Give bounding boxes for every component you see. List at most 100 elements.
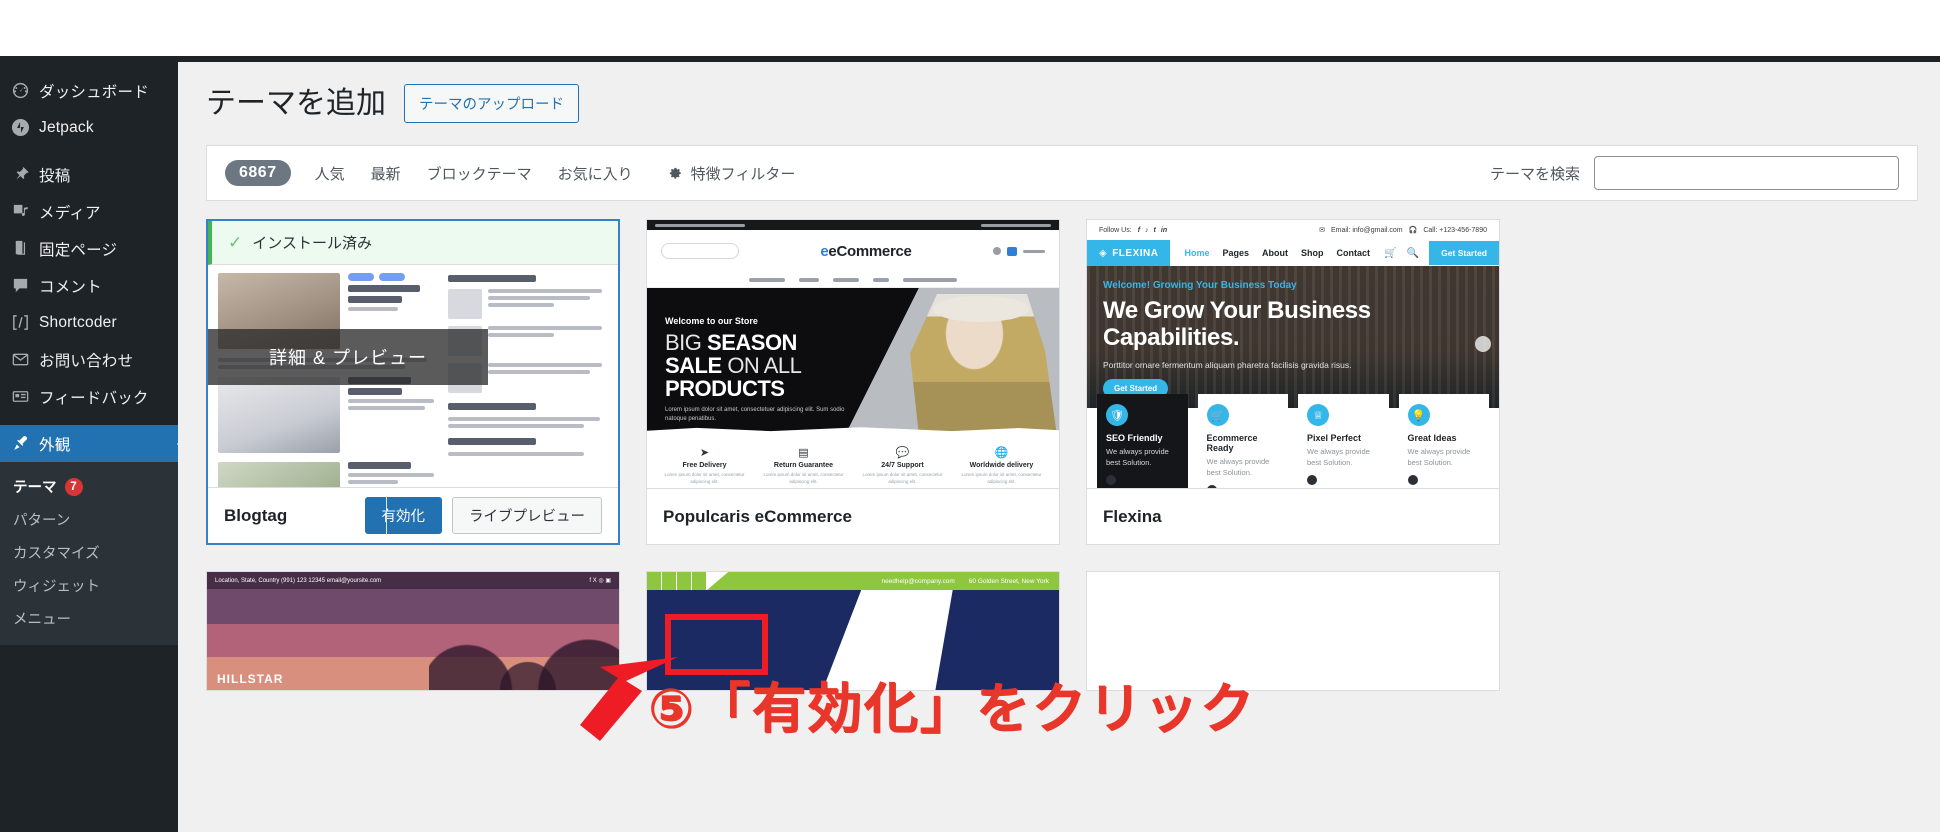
crown-icon: ♕	[1307, 404, 1329, 426]
social-icons: f♪tin	[1138, 227, 1167, 234]
submenu-item-menus[interactable]: メニュー	[0, 602, 178, 635]
gear-icon	[667, 165, 683, 181]
mock-header: eeCommerce	[647, 230, 1059, 272]
sidebar-item-label: お問い合わせ	[39, 349, 133, 371]
sidebar-item-label: 固定ページ	[39, 238, 117, 260]
shield-icon: 🛡	[1106, 404, 1128, 426]
mail-icon	[11, 350, 39, 369]
filter-link-popular[interactable]: 人気	[315, 163, 345, 184]
email-icon: ✉	[1319, 226, 1325, 234]
sidebar-item-comments[interactable]: コメント	[0, 267, 178, 304]
sidebar-item-shortcoder[interactable]: Shortcoder	[0, 304, 178, 341]
feedback-icon	[11, 387, 39, 406]
theme-card-footer-popularis: Populcaris eCommerce	[647, 488, 1059, 544]
submenu-item-label: メニュー	[13, 608, 71, 629]
bulb-icon: 💡	[1408, 404, 1430, 426]
sidebar-item-label: メディア	[39, 201, 101, 223]
globe-icon: 🌐	[958, 446, 1045, 459]
mock-feature-card: 💡 Great Ideas We always provide best Sol…	[1399, 394, 1490, 488]
jetpack-icon	[11, 118, 39, 137]
filter-link-latest[interactable]: 最新	[371, 163, 401, 184]
popularis-preview-mock: eeCommerce	[647, 220, 1059, 488]
post-thumbnail	[218, 462, 340, 487]
sidebar-item-posts[interactable]: 投稿	[0, 156, 178, 193]
search-label: テーマを検索	[1490, 163, 1580, 184]
theme-count-badge: 6867	[225, 160, 291, 186]
mock-search-box	[661, 243, 739, 259]
submenu-item-label: パターン	[13, 509, 70, 530]
mock-nav	[647, 272, 1059, 288]
search-input[interactable]	[1594, 156, 1899, 190]
card-icon: ▤	[760, 446, 847, 459]
theme-screenshot-flexina[interactable]: Follow Us: f♪tin ✉ Email: info@gmail.com…	[1087, 220, 1499, 488]
mock-topbar: Follow Us: f♪tin ✉ Email: info@gmail.com…	[1087, 220, 1499, 240]
pages-icon	[11, 239, 39, 258]
mock-feature-card: 🛡 SEO Friendly We always provide best So…	[1097, 394, 1188, 488]
check-icon: ✓	[228, 233, 242, 253]
sidebar-item-media[interactable]: メディア	[0, 193, 178, 230]
sidebar-item-label: フィードバック	[39, 386, 149, 408]
theme-name: Populcaris eCommerce	[663, 507, 852, 527]
sidebar-item-label: 投稿	[39, 164, 70, 186]
shortcode-icon	[11, 313, 39, 332]
headset-icon: 🎧	[1409, 226, 1418, 234]
mock-nav: ◈ FLEXINA Home Pages About Shop Contact	[1087, 240, 1499, 266]
sidebar-item-appearance[interactable]: 外観	[0, 425, 178, 462]
footer-divider	[386, 496, 387, 535]
mock-hero: Welcome! Growing Your Business Today We …	[1087, 266, 1499, 408]
sidebar-item-pages[interactable]: 固定ページ	[0, 230, 178, 267]
theme-card-flexina[interactable]: Follow Us: f♪tin ✉ Email: info@gmail.com…	[1086, 219, 1500, 545]
search-icon: 🔍	[1407, 248, 1419, 259]
live-preview-button[interactable]: ライブプレビュー	[452, 497, 602, 534]
theme-screenshot-blogtag[interactable]: 詳細 & プレビュー	[208, 265, 618, 487]
sidebar-item-jetpack[interactable]: Jetpack	[0, 109, 178, 146]
submenu-item-widgets[interactable]: ウィジェット	[0, 569, 178, 602]
theme-search-area: テーマを検索	[1490, 156, 1899, 190]
blog-post-item	[218, 462, 438, 487]
page-title: テーマを追加	[206, 86, 386, 122]
flexina-mark-icon: ◈	[1099, 248, 1107, 259]
mock-feature-card: 🛒 Ecommerce Ready We always provide best…	[1198, 394, 1289, 488]
appearance-brush-icon	[11, 434, 39, 453]
filter-links: 人気 最新 ブロックテーマ お気に入り 特徴フィルター	[315, 163, 796, 184]
mock-topbar: Location, State, Country (991) 123 12345…	[207, 572, 619, 589]
browser-top-area	[0, 0, 1940, 56]
mock-feature: 🌐 Worldwide delivery Lorem ipsum dolor s…	[958, 446, 1045, 485]
theme-detail-preview-overlay[interactable]: 詳細 & プレビュー	[208, 329, 488, 385]
sidebar-item-label: 外観	[39, 433, 70, 455]
filter-link-block-themes[interactable]: ブロックテーマ	[427, 163, 532, 184]
upload-theme-button[interactable]: テーマのアップロード	[404, 84, 579, 123]
sidebar-divider-2	[0, 415, 178, 425]
post-tags	[348, 273, 438, 281]
comment-icon	[11, 276, 39, 295]
submenu-item-themes[interactable]: テーマ 7	[0, 470, 178, 503]
media-icon	[11, 202, 39, 221]
appearance-submenu: テーマ 7 パターン カスタマイズ ウィジェット メニュー	[0, 462, 178, 645]
submenu-item-customize[interactable]: カスタマイズ	[0, 536, 178, 569]
cart-icon: 🛒	[1207, 404, 1229, 426]
theme-card-blogtag[interactable]: ✓ インストール済み	[206, 219, 620, 545]
sidebar-item-feedback[interactable]: フィードバック	[0, 378, 178, 415]
submenu-item-label: ウィジェット	[13, 575, 100, 596]
theme-card-popularis[interactable]: eeCommerce	[646, 219, 1060, 545]
social-icons	[647, 572, 707, 590]
sidebar-item-label: ダッシュボード	[39, 80, 149, 102]
theme-screenshot-popularis[interactable]: eeCommerce	[647, 220, 1059, 488]
filter-link-favorites[interactable]: お気に入り	[558, 163, 633, 184]
blog-post-item	[218, 377, 438, 453]
mock-logo: ◈ FLEXINA	[1087, 240, 1170, 266]
mock-logo	[1101, 588, 1105, 603]
mock-feature: ➤ Free Delivery Lorem ipsum dolor sit am…	[661, 446, 748, 485]
sidebar-item-dashboard[interactable]: ダッシュボード	[0, 72, 178, 109]
theme-grid: ✓ インストール済み	[206, 219, 1918, 691]
sidebar-item-contact[interactable]: お問い合わせ	[0, 341, 178, 378]
sidebar-divider	[0, 146, 178, 156]
activate-button[interactable]: 有効化	[365, 497, 443, 534]
submenu-item-patterns[interactable]: パターン	[0, 503, 178, 536]
sidebar-item-label: コメント	[39, 275, 102, 297]
filter-link-feature-filter[interactable]: 特徴フィルター	[667, 163, 796, 184]
mock-get-started-button: Get Started	[1429, 241, 1499, 265]
mock-feature-row: ➤ Free Delivery Lorem ipsum dolor sit am…	[647, 436, 1059, 488]
pin-icon	[11, 165, 39, 184]
flexina-preview-mock: Follow Us: f♪tin ✉ Email: info@gmail.com…	[1087, 220, 1499, 488]
